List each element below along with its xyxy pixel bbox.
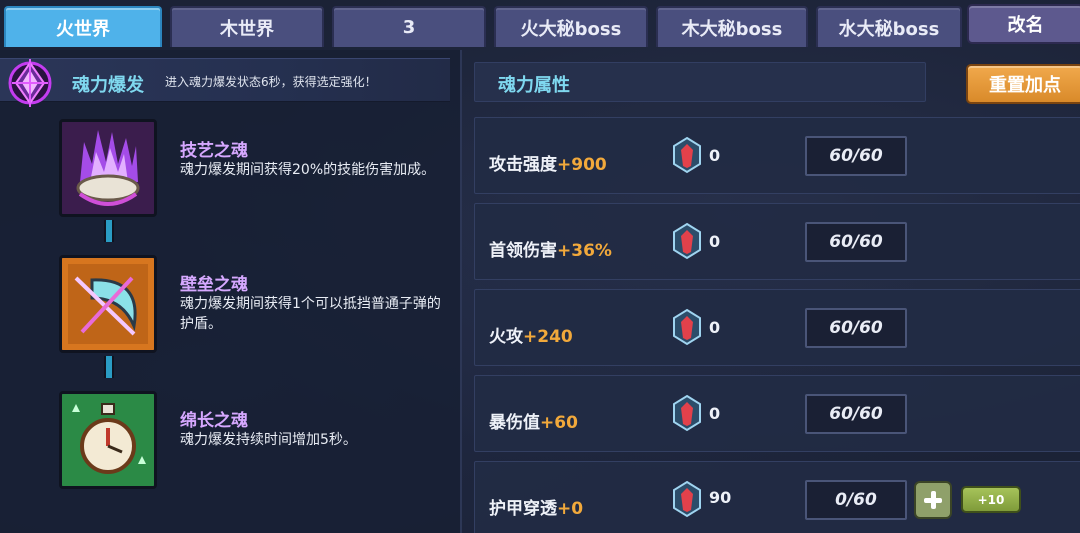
gem-count: 0: [709, 404, 721, 423]
level-display: 60/60: [805, 308, 907, 348]
attribute-row-crit-damage: 暴伤值+60 0 60/60: [474, 375, 1080, 452]
attribute-label: 攻击强度+900: [489, 155, 607, 175]
gem-count: 90: [709, 488, 732, 507]
stopwatch-icon[interactable]: [59, 391, 157, 489]
soul-name: 技艺之魂: [180, 141, 248, 161]
crescent-shield-icon[interactable]: [59, 255, 157, 353]
gem-count: 0: [709, 318, 721, 337]
attribute-row-armor-pen: 护甲穿透+0 90 0/60 +10: [474, 461, 1080, 533]
tab-fire-boss[interactable]: 火大秘boss: [494, 6, 648, 47]
red-gem-icon: [673, 394, 701, 432]
purple-diamond-sigil-icon: [8, 59, 52, 107]
soul-description: 魂力爆发期间获得20%的技能伤害加成。: [180, 162, 436, 178]
burst-title: 魂力爆发: [72, 75, 144, 96]
attribute-bonus: +36%: [557, 241, 612, 261]
world-tab-bar: 火世界 木世界 3 火大秘boss 木大秘boss 水大秘boss 改名: [0, 0, 1080, 50]
red-gem-icon: [673, 480, 701, 518]
soul-description: 魂力爆发持续时间增加5秒。: [180, 432, 357, 448]
red-gem-icon: [673, 308, 701, 346]
tab-fire-world[interactable]: 火世界: [4, 6, 162, 47]
tab-wood-world[interactable]: 木世界: [170, 6, 324, 47]
level-display: 60/60: [805, 136, 907, 176]
level-display: 60/60: [805, 222, 907, 262]
attribute-bonus: +60: [540, 413, 578, 433]
soul-connector: [104, 220, 114, 242]
attribute-label: 护甲穿透+0: [489, 499, 584, 519]
attribute-bonus: +240: [523, 327, 573, 347]
tab-water-boss[interactable]: 水大秘boss: [816, 6, 962, 47]
gem-count: 0: [709, 146, 721, 165]
level-display: 60/60: [805, 394, 907, 434]
soul-connector: [104, 356, 114, 378]
add-point-button[interactable]: [914, 481, 952, 519]
attribute-label: 火攻+240: [489, 327, 573, 347]
gem-count: 0: [709, 232, 721, 251]
red-gem-icon: [673, 136, 701, 174]
red-gem-icon: [673, 222, 701, 260]
add-ten-points-button[interactable]: +10: [961, 486, 1021, 513]
reset-points-button[interactable]: 重置加点: [966, 64, 1080, 104]
burst-description: 进入魂力爆发状态6秒，获得选定强化！: [165, 75, 377, 89]
tab-wood-boss[interactable]: 木大秘boss: [656, 6, 808, 47]
rename-button[interactable]: 改名: [967, 4, 1080, 44]
attribute-bonus: +900: [557, 155, 607, 175]
soul-name: 壁垒之魂: [180, 275, 248, 295]
tab-3[interactable]: 3: [332, 6, 486, 47]
attribute-bonus: +0: [557, 499, 584, 519]
attribute-row-attack: 攻击强度+900 0 60/60: [474, 117, 1080, 194]
purple-flame-shell-icon[interactable]: [59, 119, 157, 217]
soul-description: 魂力爆发期间获得1个可以抵挡普通子弹的护盾。: [180, 296, 441, 332]
attribute-label: 首领伤害+36%: [489, 241, 612, 261]
attribute-row-boss-damage: 首领伤害+36% 0 60/60: [474, 203, 1080, 280]
level-display: 0/60: [805, 480, 907, 520]
soul-name: 绵长之魂: [180, 411, 248, 431]
soul-power-screen: 火世界 木世界 3 火大秘boss 木大秘boss 水大秘boss 改名 魂力爆…: [0, 0, 1080, 533]
attributes-title: 魂力属性: [498, 75, 570, 96]
attribute-label: 暴伤值+60: [489, 413, 578, 433]
attribute-row-fire-attack: 火攻+240 0 60/60: [474, 289, 1080, 366]
